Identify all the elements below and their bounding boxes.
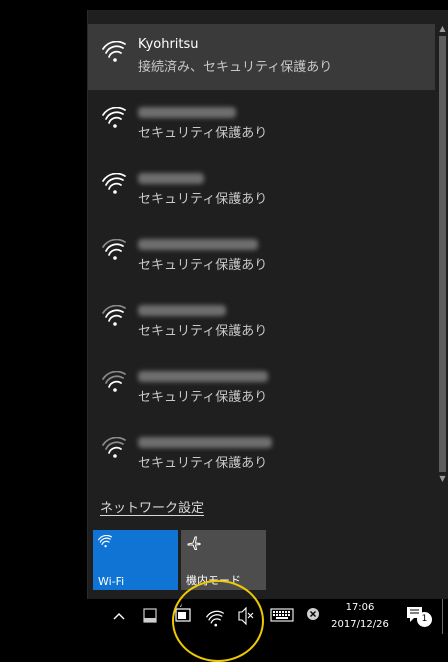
network-item[interactable]: セキュリティ保護あり	[88, 222, 435, 288]
network-list: Kyohritsu 接続済み、セキュリティ保護あり セキュリティ保護あり セキュ…	[88, 24, 435, 486]
clock-date: 2017/12/26	[331, 619, 389, 630]
network-ssid-redacted	[138, 367, 268, 382]
network-ssid: Kyohritsu	[138, 37, 199, 52]
network-status: セキュリティ保護あり	[138, 258, 268, 273]
network-item[interactable]: セキュリティ保護あり	[88, 90, 435, 156]
wifi-signal-icon	[102, 41, 126, 62]
keyboard-icon[interactable]	[270, 599, 294, 634]
wifi-toggle-tile[interactable]: Wi-Fi	[93, 530, 178, 590]
wifi-signal-icon	[102, 437, 126, 458]
scrollbar[interactable]: ▲ ▼	[438, 24, 447, 484]
wifi-signal-icon	[102, 239, 126, 260]
close-circle-icon[interactable]	[306, 599, 320, 634]
network-item[interactable]: セキュリティ保護あり	[88, 288, 435, 354]
wifi-signal-icon	[102, 173, 126, 194]
network-ssid-redacted	[138, 103, 236, 118]
network-status: セキュリティ保護あり	[138, 390, 268, 405]
network-ssid-redacted	[138, 433, 272, 448]
network-settings-link[interactable]: ネットワーク設定	[100, 497, 204, 516]
network-ssid-redacted	[138, 301, 226, 316]
device-icon[interactable]	[143, 599, 157, 634]
show-desktop-divider[interactable]	[442, 599, 443, 634]
network-flyout: Kyohritsu 接続済み、セキュリティ保護あり セキュリティ保護あり セキュ…	[87, 10, 448, 599]
network-item[interactable]: セキュリティ保護あり	[88, 156, 435, 222]
clock-time: 17:06	[345, 602, 375, 613]
network-item[interactable]: セキュリティ保護あり	[88, 420, 435, 486]
notification-count-badge: 1	[417, 612, 432, 627]
network-status: セキュリティ保護あり	[138, 126, 268, 141]
scroll-up-arrow-icon[interactable]: ▲	[438, 24, 447, 34]
wifi-tile-label: Wi-Fi	[98, 575, 125, 588]
clock[interactable]: 17:06 2017/12/26	[326, 599, 394, 633]
chevron-up-icon[interactable]	[112, 599, 126, 634]
scroll-thumb[interactable]	[439, 36, 446, 472]
wifi-icon	[98, 535, 112, 548]
network-item-connected[interactable]: Kyohritsu 接続済み、セキュリティ保護あり	[88, 24, 435, 90]
network-status: セキュリティ保護あり	[138, 192, 268, 207]
wifi-signal-icon	[102, 107, 126, 128]
airplane-icon	[187, 536, 201, 550]
network-ssid-redacted	[138, 235, 258, 250]
highlight-circle-annotation	[172, 580, 264, 662]
scroll-down-arrow-icon[interactable]: ▼	[438, 474, 447, 484]
network-item[interactable]: セキュリティ保護あり	[88, 354, 435, 420]
network-status: 接続済み、セキュリティ保護あり	[138, 60, 333, 75]
wifi-signal-icon	[102, 371, 126, 392]
network-ssid-redacted	[138, 169, 204, 184]
wifi-signal-icon	[102, 305, 126, 326]
network-status: セキュリティ保護あり	[138, 324, 268, 339]
network-status: セキュリティ保護あり	[138, 456, 268, 471]
